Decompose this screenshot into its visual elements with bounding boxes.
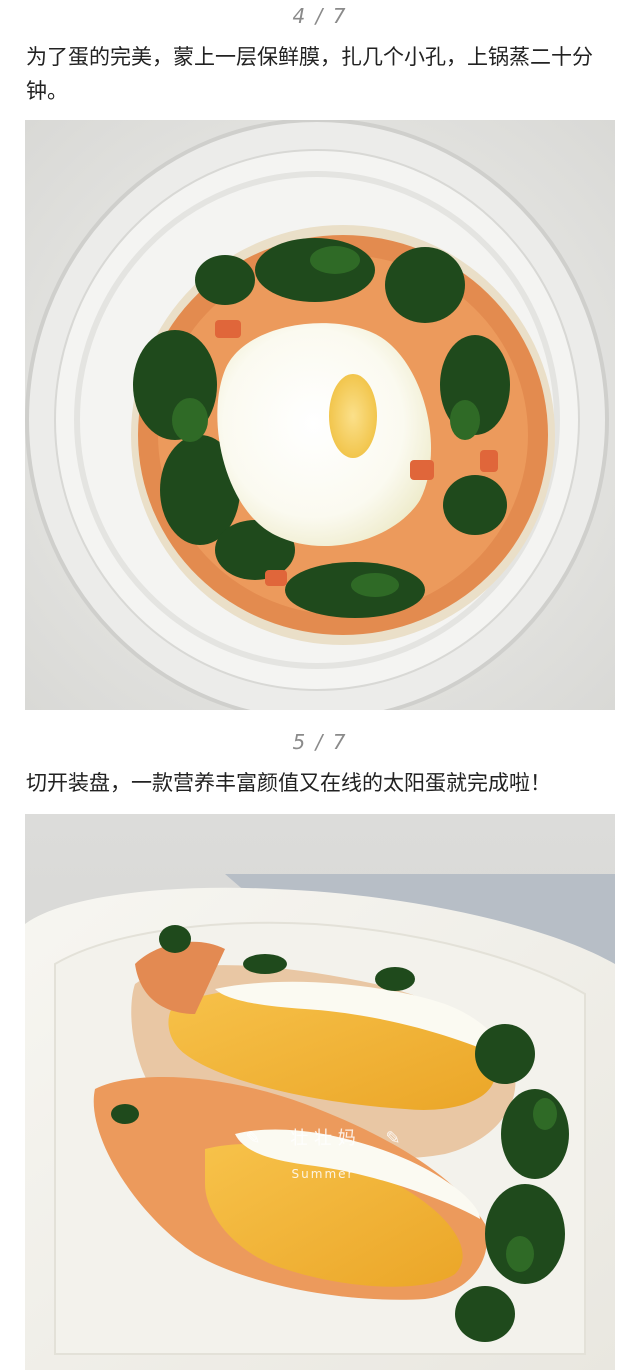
step-description: 为了蛋的完美，蒙上一层保鲜膜，扎几个小孔，上锅蒸二十分钟。: [26, 45, 593, 103]
watermark-sub: Summer: [292, 1167, 355, 1181]
watermark-name: 壮 壮 妈: [290, 1128, 355, 1149]
carrot-icon: ✎: [385, 1128, 400, 1149]
step-5-photo: 壮 壮 妈 Summer ✎ ✎: [25, 814, 615, 1370]
step-4-photo: [25, 120, 615, 710]
step-counter: 5 / 7: [292, 730, 348, 754]
step-counter: 4 / 7: [292, 4, 348, 28]
step-description: 切开装盘，一款营养丰富颜值又在线的太阳蛋就完成啦！: [26, 771, 551, 795]
carrot-icon: ✎: [245, 1128, 260, 1149]
